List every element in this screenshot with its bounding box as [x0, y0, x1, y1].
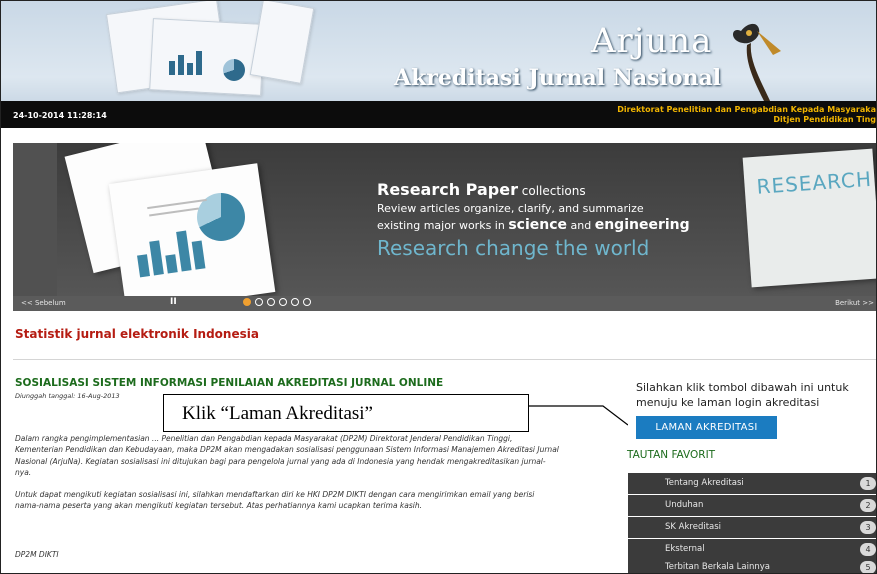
callout-pointer-line: [528, 405, 628, 426]
favorite-link-tentang-akreditasi[interactable]: Tentang Akreditasi 1: [628, 473, 876, 494]
slide-text-prefix: existing major works in: [377, 219, 509, 232]
article-signature: DP2M DIKTI: [15, 550, 59, 559]
slide-research-word: RESEARCH: [755, 166, 873, 199]
slide-research-image: RESEARCH: [742, 148, 876, 288]
slider-pause-button[interactable]: II: [170, 297, 177, 307]
directorate-parent: Ditjen Pendidikan Ting: [773, 115, 876, 124]
favorite-link-sk-akreditasi[interactable]: SK Akreditasi 3: [628, 517, 876, 538]
article-date: Diunggah tanggal: 16-Aug-2013: [15, 392, 120, 400]
slide[interactable]: Research Paper collections Review articl…: [57, 143, 876, 311]
directorate-name: Direktorat Penelitian dan Pengabdian Kep…: [617, 105, 876, 114]
slide-heading: Research Paper collections: [377, 180, 586, 199]
site-subtitle: Akreditasi Jurnal Nasional: [394, 65, 722, 91]
header-bar-graphic: [169, 51, 202, 75]
slide-heading-bold: Research Paper: [377, 180, 518, 199]
slide-text-engineering: engineering: [594, 217, 690, 233]
statistik-link[interactable]: Statistik jurnal elektronik Indonesia: [15, 327, 259, 341]
header-info-bar: 24-10-2014 11:28:14 Direktorat Penelitia…: [1, 101, 876, 128]
login-instruction: Silahkan klik tombol dibawah ini untuk m…: [636, 381, 849, 409]
favorite-label: SK Akreditasi: [665, 522, 722, 532]
article-paragraph: Untuk dapat mengikuti kegiatan sosialisa…: [15, 490, 535, 511]
article-paragraph: Dalam rangka pengimplementasian ... Pene…: [15, 434, 559, 477]
slide-text-line1: Review articles organize, clarify, and s…: [377, 202, 644, 215]
favorite-count-badge: 4: [860, 543, 876, 556]
slide-text-line2: existing major works in science and engi…: [377, 217, 690, 233]
slider-pagination: [243, 298, 311, 306]
slider-dot[interactable]: [279, 298, 287, 306]
slide-heading-light: collections: [517, 184, 586, 198]
slide-tagline: Research change the world: [377, 236, 650, 260]
favorite-count-badge: 1: [860, 477, 876, 490]
slider-dot[interactable]: [243, 298, 251, 306]
site-header: Arjuna Akreditasi Jurnal Nasional 24-10-…: [1, 1, 876, 128]
header-pie-graphic: [223, 59, 245, 81]
slider-dot[interactable]: [291, 298, 299, 306]
favorite-count-badge: 2: [860, 499, 876, 512]
slider-dot[interactable]: [303, 298, 311, 306]
slider-dot[interactable]: [267, 298, 275, 306]
favorite-label: Eksternal: [665, 544, 705, 554]
slider-controls: << Sebelum II Berikut >>: [13, 296, 876, 311]
slide-text-and: and: [567, 219, 595, 232]
image-slider: Research Paper collections Review articl…: [13, 143, 876, 311]
article-title[interactable]: SOSIALISASI SISTEM INFORMASI PENILAIAN A…: [15, 377, 443, 389]
callout-box: Klik “Laman Akreditasi”: [163, 394, 529, 432]
date-time: 24-10-2014 11:28:14: [13, 111, 107, 120]
header-paper-image: [149, 18, 265, 96]
favorite-count-badge: 5: [860, 561, 876, 573]
favorite-label: Unduhan: [665, 500, 704, 510]
callout-text: Klik “Laman Akreditasi”: [182, 403, 373, 424]
wayang-logo: [733, 23, 781, 103]
slider-dot[interactable]: [255, 298, 263, 306]
site-title: Arjuna: [591, 21, 713, 61]
slide-text-science: science: [508, 217, 568, 233]
favorite-label: Terbitan Berkala Lainnya: [665, 562, 770, 572]
section-divider: [13, 359, 876, 360]
favorites-heading: TAUTAN FAVORIT: [627, 449, 716, 461]
page-frame: Arjuna Akreditasi Jurnal Nasional 24-10-…: [0, 0, 877, 574]
favorite-count-badge: 3: [860, 521, 876, 534]
slider-prev-button[interactable]: << Sebelum: [21, 299, 66, 307]
favorite-link-unduhan[interactable]: Unduhan 2: [628, 495, 876, 516]
laman-akreditasi-button[interactable]: LAMAN AKREDITASI: [636, 416, 777, 439]
header-paper-image: [249, 1, 315, 84]
slider-next-button[interactable]: Berikut >>: [835, 299, 874, 307]
favorite-link-terbitan-berkala[interactable]: Terbitan Berkala Lainnya 5: [628, 557, 876, 573]
favorite-label: Tentang Akreditasi: [665, 478, 744, 488]
